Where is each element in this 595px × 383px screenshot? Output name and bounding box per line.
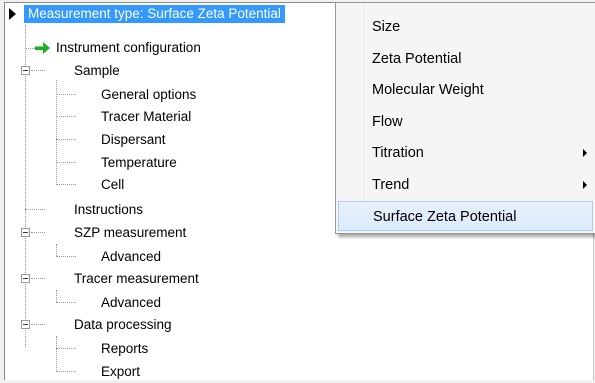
submenu-arrow-icon	[583, 149, 587, 157]
tree-item-temperature[interactable]: Temperature	[98, 152, 180, 174]
tree-item-instructions[interactable]: Instructions	[71, 199, 146, 221]
tree-connector	[56, 244, 57, 256]
tree-item-tracer-measurement[interactable]: Tracer measurement	[71, 268, 202, 290]
tree-connector	[56, 302, 76, 303]
tree-connector	[56, 139, 76, 140]
collapse-icon[interactable]	[21, 228, 30, 237]
measurement-type-context-menu: Size Zeta Potential Molecular Weight Flo…	[335, 2, 595, 234]
collapse-icon[interactable]	[21, 66, 30, 75]
tree-connector	[56, 94, 76, 95]
tree-item-instrument-configuration[interactable]: Instrument configuration	[53, 37, 204, 59]
green-arrow-icon	[35, 42, 50, 54]
tree-connector	[56, 256, 76, 257]
expand-arrow-icon[interactable]	[9, 8, 16, 20]
menu-item-flow[interactable]: Flow	[338, 107, 593, 137]
tree-connector	[56, 116, 76, 117]
tree-connector	[56, 336, 57, 372]
tree-item-cell[interactable]: Cell	[98, 174, 127, 196]
tree-connector	[25, 48, 35, 49]
tree-connector	[56, 348, 76, 349]
tree-item-data-processing[interactable]: Data processing	[71, 314, 175, 336]
tree-item-tracer-material[interactable]: Tracer Material	[98, 106, 194, 128]
tree-root-label: Measurement type: Surface Zeta Potential	[24, 5, 285, 23]
menu-item-titration[interactable]: Titration	[338, 138, 593, 168]
submenu-arrow-icon	[583, 181, 587, 189]
tree-connector	[56, 371, 76, 372]
menu-item-size[interactable]: Size	[338, 12, 593, 42]
tree-connector	[25, 209, 45, 210]
tree-item-sample[interactable]: Sample	[71, 60, 123, 82]
menu-item-surface-zeta-potential[interactable]: Surface Zeta Potential	[338, 201, 593, 231]
tree-item-szp-measurement[interactable]: SZP measurement	[71, 222, 189, 244]
tree-connector	[31, 232, 45, 233]
tree-item-dispersant[interactable]: Dispersant	[98, 129, 169, 151]
tree-root-measurement-type[interactable]: Measurement type: Surface Zeta Potential	[24, 3, 285, 25]
tree-connector	[31, 278, 45, 279]
tree-item-general-options[interactable]: General options	[98, 84, 199, 106]
collapse-icon[interactable]	[21, 274, 30, 283]
tree-item-tracer-advanced[interactable]: Advanced	[98, 292, 164, 314]
tree-item-reports[interactable]: Reports	[98, 338, 151, 360]
tree-connector	[31, 70, 45, 71]
tree-connector	[31, 324, 45, 325]
menu-item-trend[interactable]: Trend	[338, 170, 593, 200]
tree-connector	[56, 162, 76, 163]
menu-item-zeta-potential[interactable]: Zeta Potential	[338, 44, 593, 74]
menu-item-molecular-weight[interactable]: Molecular Weight	[338, 75, 593, 105]
tree-item-szp-advanced[interactable]: Advanced	[98, 246, 164, 268]
collapse-icon[interactable]	[21, 320, 30, 329]
tree-connector	[56, 290, 57, 302]
tree-connector	[56, 184, 76, 185]
tree-connector	[56, 80, 57, 183]
